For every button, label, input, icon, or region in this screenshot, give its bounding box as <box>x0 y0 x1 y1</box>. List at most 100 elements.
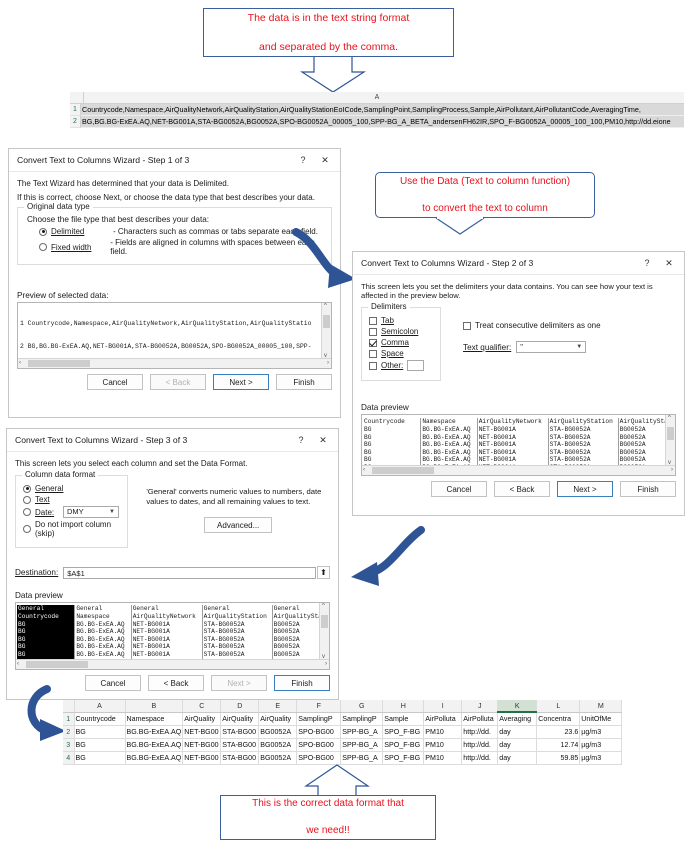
date-format-select[interactable]: DMY ▼ <box>63 506 119 518</box>
cell[interactable]: Namespace <box>125 712 184 726</box>
next-button[interactable]: Next > <box>557 481 613 497</box>
row-number[interactable]: 2 <box>70 116 81 128</box>
cell[interactable]: day <box>497 751 538 765</box>
scroll-up-icon[interactable]: ^ <box>322 603 325 609</box>
column-header-e[interactable]: E <box>258 700 298 713</box>
cell[interactable]: PM10 <box>423 738 463 752</box>
row-number[interactable]: 3 <box>63 738 75 752</box>
close-icon[interactable]: ✕ <box>314 155 336 166</box>
help-icon[interactable]: ? <box>290 435 312 445</box>
radio-skip-column[interactable]: Do not import column (skip) <box>23 520 120 538</box>
cell[interactable]: BG.BG-ExEA.AQ <box>125 725 184 739</box>
back-button[interactable]: < Back <box>150 374 206 390</box>
step1-preview-box[interactable]: 1 Countrycode,Namespace,AirQualityNetwor… <box>17 302 332 369</box>
cell[interactable]: AirPolluta <box>461 712 499 726</box>
column-header-a[interactable]: A <box>74 700 126 713</box>
column-header-g[interactable]: G <box>340 700 384 713</box>
column-header-l[interactable]: L <box>536 700 581 713</box>
cell[interactable]: Countrycode <box>74 712 126 726</box>
cell[interactable]: µg/m3 <box>579 738 623 752</box>
cell[interactable]: µg/m3 <box>579 751 623 765</box>
preview-column[interactable]: General AirQualityStation STA-BG0052A ST… <box>203 605 273 665</box>
preview-horizontal-scrollbar[interactable]: ‹ › <box>362 465 675 475</box>
cell[interactable]: BG0052A <box>258 738 298 752</box>
cell[interactable]: SamplingP <box>296 712 342 726</box>
cell[interactable]: SPO-BG00 <box>296 738 342 752</box>
column-header-i[interactable]: I <box>423 700 463 713</box>
cancel-button[interactable]: Cancel <box>85 675 141 691</box>
scroll-thumb[interactable] <box>28 360 90 367</box>
preview-vertical-scrollbar[interactable]: ^ v <box>665 415 675 466</box>
other-delimiter-input[interactable] <box>407 360 425 371</box>
cell[interactable]: NET-BG00 <box>182 751 222 765</box>
cell[interactable]: STA-BG00 <box>220 725 260 739</box>
close-icon[interactable]: ✕ <box>312 435 334 446</box>
cell[interactable]: day <box>497 738 538 752</box>
cell[interactable]: µg/m3 <box>579 725 623 739</box>
checkbox-comma[interactable]: Comma <box>369 338 433 347</box>
preview-vertical-scrollbar[interactable]: ^ v <box>319 603 329 660</box>
preview-horizontal-scrollbar[interactable]: ‹ › <box>18 358 331 368</box>
column-header-k-selected[interactable]: K <box>497 700 538 713</box>
close-icon[interactable]: ✕ <box>658 258 680 269</box>
cell[interactable]: SPO_F-BG <box>382 738 425 752</box>
checkbox-other[interactable]: Other: <box>369 360 433 371</box>
cell[interactable]: BG <box>74 751 126 765</box>
checkbox-semicolon[interactable]: Semicolon <box>369 327 433 336</box>
preview-column[interactable]: Namespace BG.BG-ExEA.AQ BG.BG-ExEA.AQ BG… <box>421 418 478 472</box>
scroll-left-icon[interactable]: ‹ <box>363 466 365 475</box>
column-header-h[interactable]: H <box>382 700 425 713</box>
preview-column[interactable]: AirQualityStation STA-BG0052A STA-BG0052… <box>549 418 619 472</box>
cell[interactable]: http://dd. <box>461 751 499 765</box>
destination-input[interactable]: $A$1 <box>63 566 316 579</box>
cell[interactable]: NET-BG00 <box>182 738 222 752</box>
cell[interactable]: PM10 <box>423 751 463 765</box>
finish-button[interactable]: Finish <box>620 481 676 497</box>
cell[interactable]: BG <box>74 738 126 752</box>
cell[interactable]: http://dd. <box>461 738 499 752</box>
select-all-corner[interactable] <box>63 700 75 713</box>
scroll-right-icon[interactable]: › <box>671 466 673 475</box>
scroll-left-icon[interactable]: ‹ <box>17 660 19 669</box>
checkbox-space[interactable]: Space <box>369 349 433 358</box>
cancel-button[interactable]: Cancel <box>431 481 487 497</box>
scroll-left-icon[interactable]: ‹ <box>19 359 21 368</box>
cell[interactable]: SamplingP <box>340 712 384 726</box>
cell[interactable]: AirQuality <box>258 712 298 726</box>
cell[interactable]: STA-BG00 <box>220 738 260 752</box>
scroll-thumb[interactable] <box>26 661 88 668</box>
finish-button[interactable]: Finish <box>274 675 330 691</box>
cell[interactable]: Averaging <box>497 712 538 726</box>
cell[interactable]: SPP-BG_A <box>340 738 384 752</box>
scroll-right-icon[interactable]: › <box>325 660 327 669</box>
preview-vertical-scrollbar[interactable]: ^ v <box>321 303 331 359</box>
cell[interactable]: PM10 <box>423 725 463 739</box>
column-header-j[interactable]: J <box>461 700 499 713</box>
advanced-button[interactable]: Advanced... <box>204 516 273 533</box>
cell[interactable]: AirQuality <box>182 712 222 726</box>
cell[interactable]: http://dd. <box>461 725 499 739</box>
finish-button[interactable]: Finish <box>276 374 332 390</box>
cell[interactable]: BG0052A <box>258 751 298 765</box>
cell[interactable]: BG.BG-ExEA.AQ <box>125 751 184 765</box>
step2-data-preview[interactable]: Countrycode BG BG BG BG BG BG Namespace … <box>361 414 676 476</box>
checkbox-treat-consecutive[interactable]: Treat consecutive delimiters as one <box>463 321 601 330</box>
row-number[interactable]: 1 <box>70 104 81 116</box>
row-number[interactable]: 1 <box>63 712 75 726</box>
scroll-thumb[interactable] <box>323 315 330 328</box>
column-header-d[interactable]: D <box>220 700 260 713</box>
cell[interactable]: SPO_F-BG <box>382 751 425 765</box>
range-picker-icon[interactable]: ⬆ <box>317 566 330 579</box>
scroll-thumb[interactable] <box>321 615 328 628</box>
column-header-m[interactable]: M <box>579 700 623 713</box>
cell[interactable]: SPP-BG_A <box>340 751 384 765</box>
cell[interactable]: Concentra <box>536 712 581 726</box>
row-number[interactable]: 2 <box>63 725 75 739</box>
scroll-thumb[interactable] <box>372 467 434 474</box>
back-button[interactable]: < Back <box>148 675 204 691</box>
scroll-up-icon[interactable]: ^ <box>324 303 327 309</box>
scroll-right-icon[interactable]: › <box>327 359 329 368</box>
cell[interactable]: 59.85 <box>536 751 581 765</box>
source-cell-a2[interactable]: BG,BG.BG-ExEA.AQ,NET-BG001A,STA-BG0052A,… <box>81 116 684 128</box>
source-cell-a1[interactable]: Countrycode,Namespace,AirQualityNetwork,… <box>81 104 684 116</box>
